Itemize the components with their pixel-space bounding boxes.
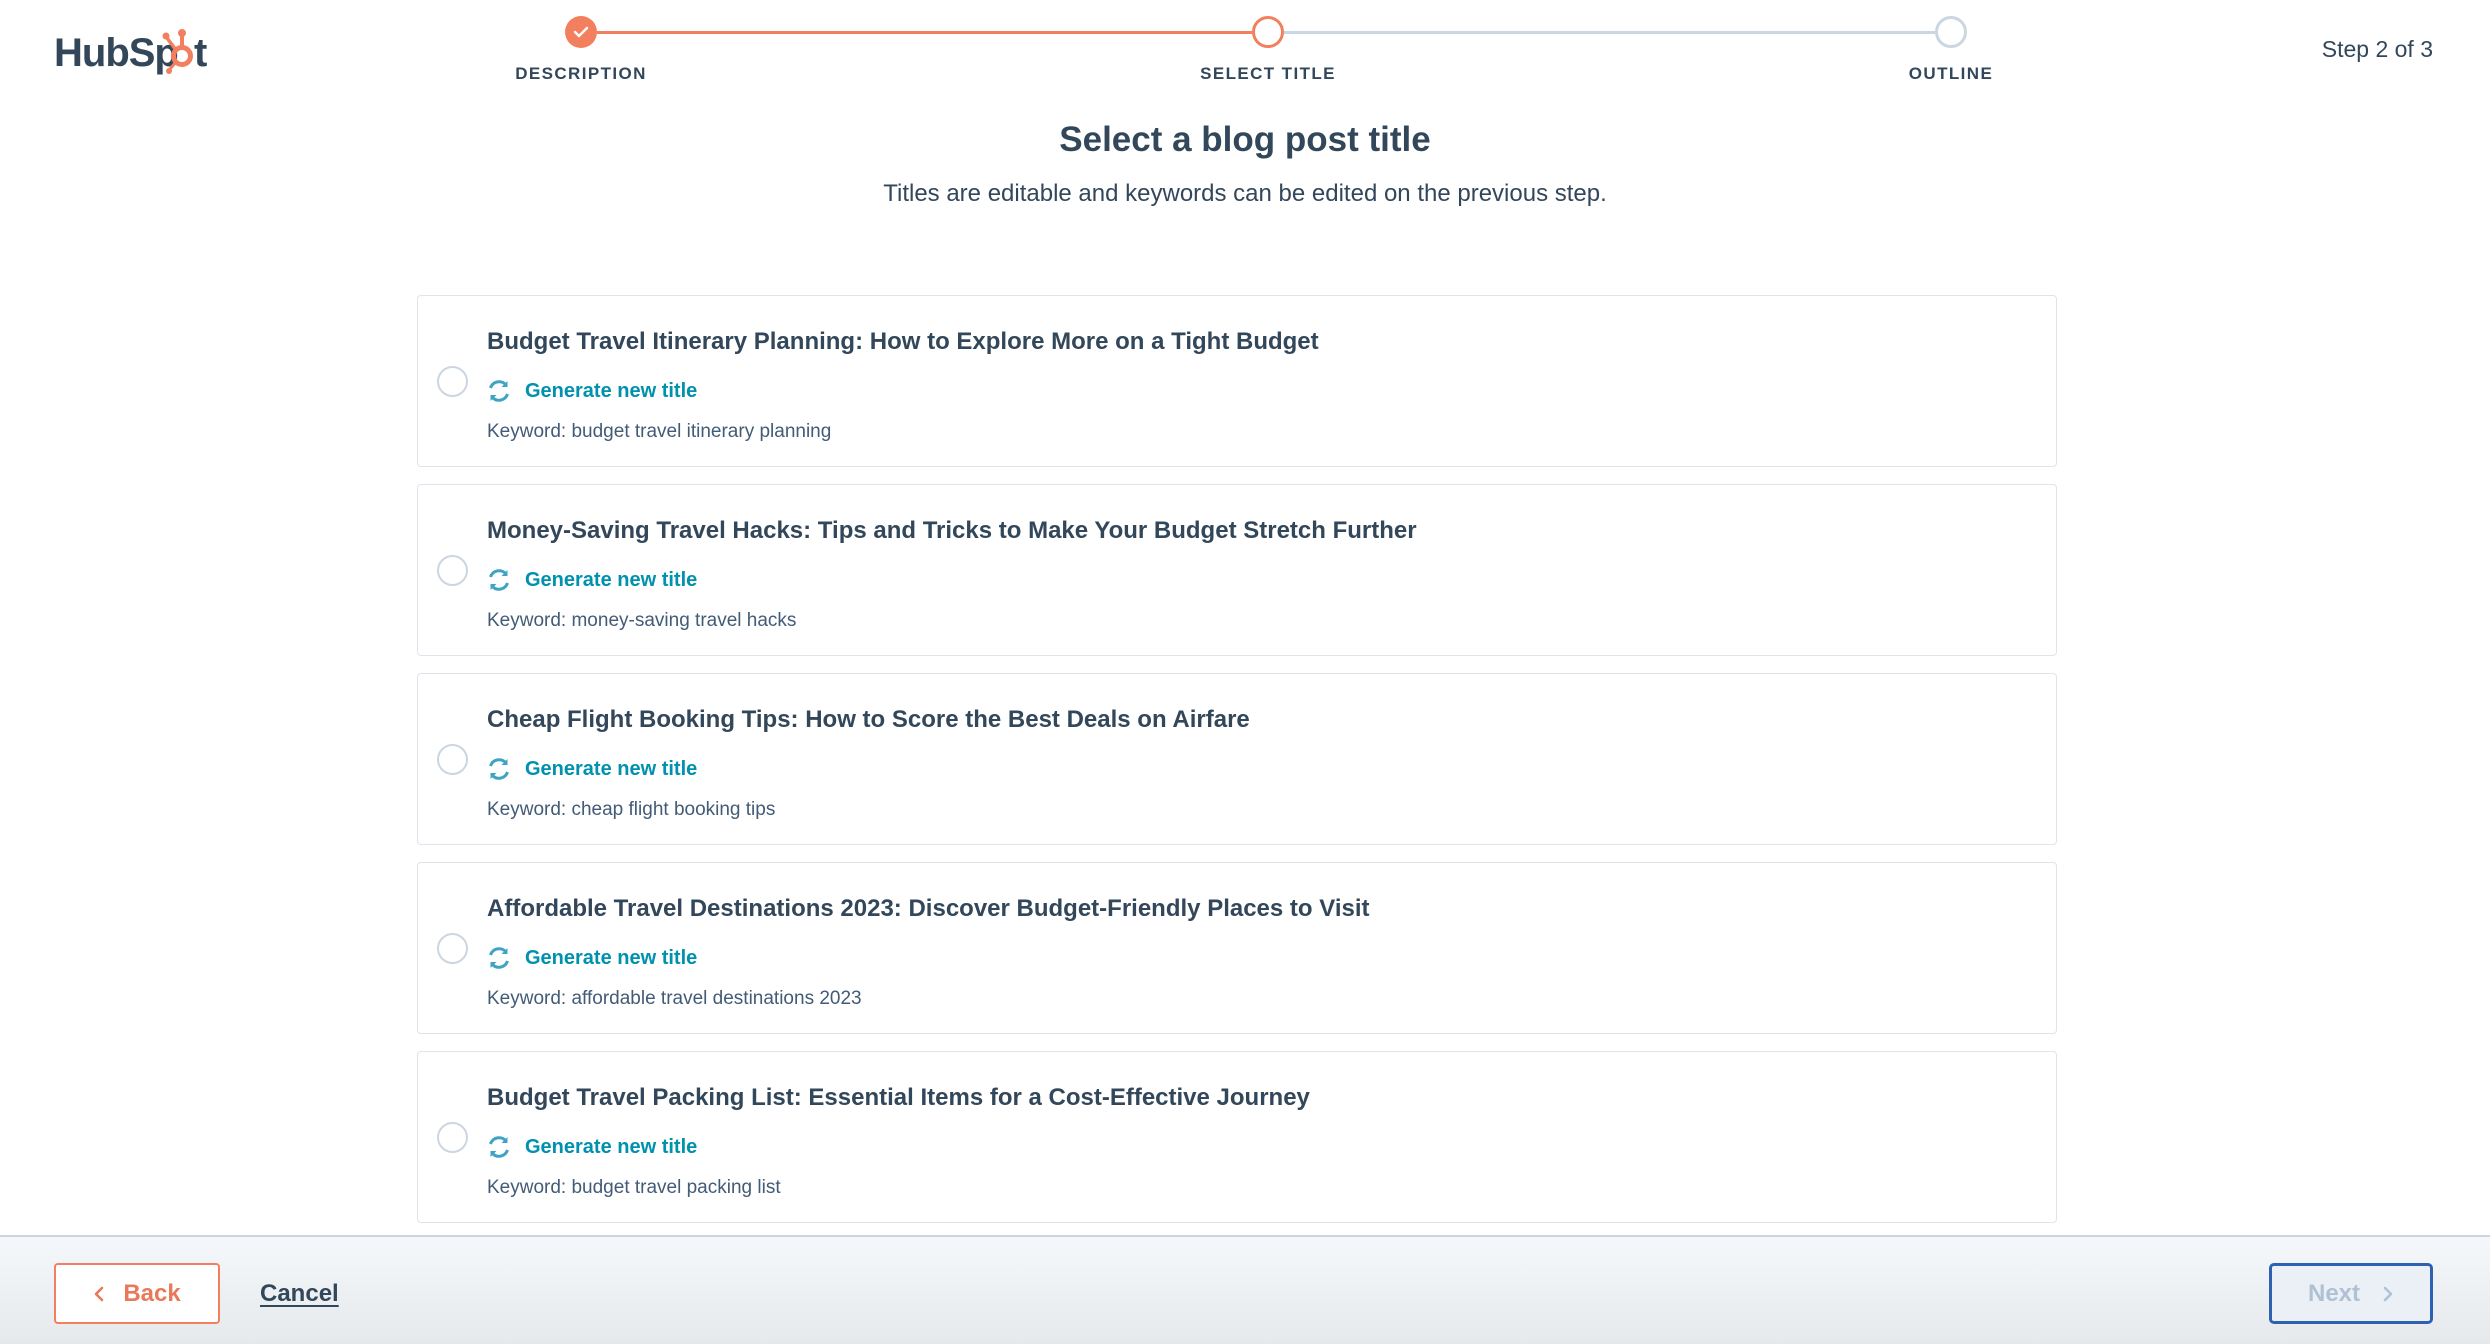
- title-keyword: Keyword: affordable travel destinations …: [487, 988, 862, 1009]
- cancel-link[interactable]: Cancel: [260, 1280, 339, 1308]
- generate-new-title-label: Generate new title: [525, 379, 698, 402]
- generate-new-title-link[interactable]: Generate new title: [487, 379, 697, 403]
- refresh-icon: [489, 758, 509, 780]
- title-option-text: Budget Travel Itinerary Planning: How to…: [487, 328, 1319, 355]
- generate-new-title-label: Generate new title: [525, 946, 698, 969]
- generate-new-title-label: Generate new title: [525, 1135, 698, 1158]
- title-radio-button[interactable]: [437, 744, 468, 775]
- generate-new-title-link[interactable]: Generate new title: [487, 1135, 697, 1159]
- title-keyword: Keyword: budget travel itinerary plannin…: [487, 421, 832, 442]
- title-option-card[interactable]: Budget Travel Itinerary Planning: How to…: [417, 295, 2057, 467]
- page-title: Select a blog post title: [1059, 120, 1431, 159]
- title-option-text: Budget Travel Packing List: Essential It…: [487, 1084, 1310, 1111]
- refresh-icon: [489, 1136, 509, 1158]
- chevron-right-icon: [2383, 1286, 2393, 1301]
- generate-new-title-label: Generate new title: [525, 757, 698, 780]
- step-outline-indicator: [1935, 16, 1967, 48]
- step-label-outline: OUTLINE: [1908, 64, 1994, 83]
- title-keyword: Keyword: budget travel packing list: [487, 1177, 781, 1198]
- title-option-card[interactable]: Budget Travel Packing List: Essential It…: [417, 1051, 2057, 1223]
- generate-new-title-link[interactable]: Generate new title: [487, 946, 697, 970]
- title-radio-button[interactable]: [437, 555, 468, 586]
- page-subtitle: Titles are editable and keywords can be …: [883, 180, 1607, 207]
- step-label-select-title: SELECT TITLE: [1200, 64, 1336, 83]
- step-select-title-indicator: [1252, 16, 1284, 48]
- generate-new-title-label: Generate new title: [525, 568, 698, 591]
- title-radio-button[interactable]: [437, 933, 468, 964]
- chevron-left-icon: [95, 1286, 104, 1301]
- footer-action-bar: Back Cancel Next: [0, 1235, 2490, 1344]
- next-button[interactable]: Next: [2269, 1263, 2433, 1324]
- title-option-text: Money-Saving Travel Hacks: Tips and Tric…: [487, 517, 1417, 544]
- title-option-card[interactable]: Cheap Flight Booking Tips: How to Score …: [417, 673, 2057, 845]
- generate-new-title-link[interactable]: Generate new title: [487, 568, 697, 592]
- title-option-text: Cheap Flight Booking Tips: How to Score …: [487, 706, 1250, 733]
- next-button-label: Next: [2307, 1279, 2361, 1307]
- refresh-icon: [489, 380, 509, 402]
- generate-new-title-link[interactable]: Generate new title: [487, 757, 697, 781]
- check-icon: [573, 26, 589, 38]
- title-option-card[interactable]: Money-Saving Travel Hacks: Tips and Tric…: [417, 484, 2057, 656]
- title-radio-button[interactable]: [437, 1122, 468, 1153]
- title-keyword: Keyword: cheap flight booking tips: [487, 799, 776, 820]
- step-label-description: DESCRIPTION: [515, 64, 647, 83]
- stepper-connector-complete: [597, 31, 1252, 34]
- title-keyword: Keyword: money-saving travel hacks: [487, 610, 797, 631]
- refresh-icon: [489, 569, 509, 591]
- refresh-icon: [489, 947, 509, 969]
- back-button[interactable]: Back: [54, 1263, 220, 1324]
- progress-stepper: DESCRIPTION SELECT TITLE OUTLINE: [0, 0, 2490, 100]
- back-button-label: Back: [123, 1279, 181, 1307]
- step-description-indicator: [565, 16, 597, 48]
- title-option-text: Affordable Travel Destinations 2023: Dis…: [487, 895, 1370, 922]
- stepper-connector-upcoming: [1284, 31, 1935, 34]
- step-counter: Step 2 of 3: [2321, 36, 2433, 62]
- title-options-list: Budget Travel Itinerary Planning: How to…: [417, 295, 2057, 1240]
- title-option-card[interactable]: Affordable Travel Destinations 2023: Dis…: [417, 862, 2057, 1034]
- title-radio-button[interactable]: [437, 366, 468, 397]
